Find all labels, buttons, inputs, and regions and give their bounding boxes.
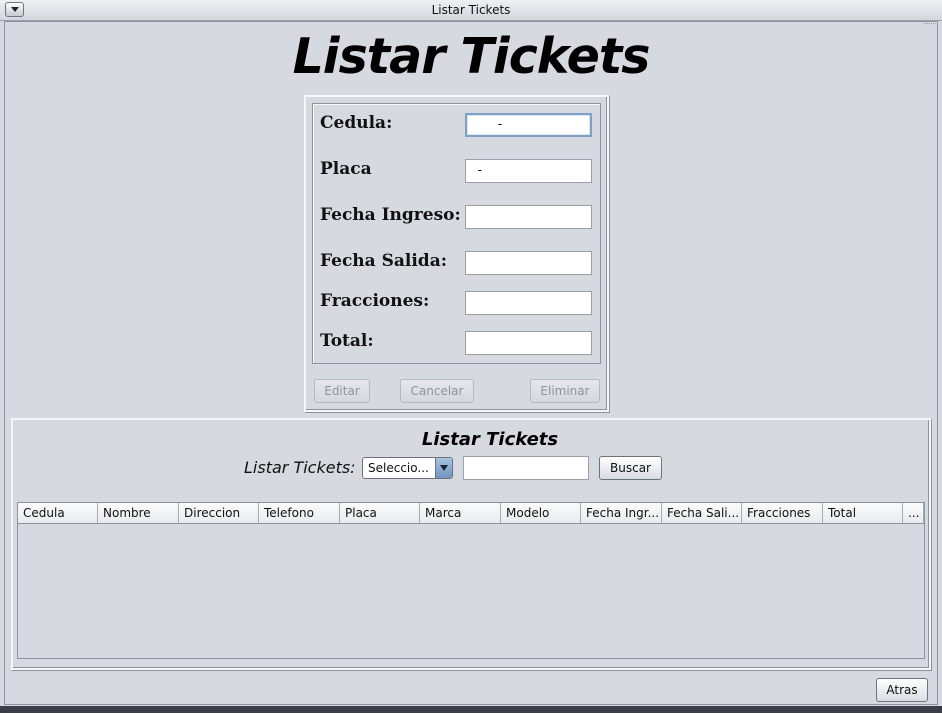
chevron-down-icon[interactable]: [435, 458, 452, 478]
fecha-salida-field[interactable]: [465, 251, 592, 275]
fracciones-field[interactable]: [465, 291, 592, 315]
resize-grip-icon[interactable]: [924, 23, 938, 27]
fracciones-label: Fracciones:: [320, 291, 430, 311]
column-header-direccion[interactable]: Direccion: [179, 503, 259, 523]
window-title: Listar Tickets: [431, 3, 511, 17]
title-bar: Listar Tickets: [0, 0, 942, 21]
filter-select[interactable]: Seleccio...: [362, 457, 453, 479]
total-field[interactable]: [465, 331, 592, 355]
search-button[interactable]: Buscar: [599, 456, 662, 480]
column-header-modelo[interactable]: Modelo: [501, 503, 581, 523]
fecha-ingreso-field[interactable]: [465, 205, 592, 229]
tickets-table[interactable]: [17, 502, 925, 659]
column-header-placa[interactable]: Placa: [340, 503, 420, 523]
fecha-ingreso-label: Fecha Ingreso:: [320, 205, 461, 225]
column-header-nombre[interactable]: Nombre: [98, 503, 179, 523]
list-panel-title: Listar Tickets: [421, 429, 559, 450]
column-header-marca[interactable]: Marca: [420, 503, 501, 523]
cancel-button[interactable]: Cancelar: [400, 379, 474, 403]
filter-select-value: Seleccio...: [368, 461, 429, 475]
column-header-fecha-ingreso[interactable]: Fecha Ingr...: [581, 503, 662, 523]
search-filter-label: Listar Tickets:: [244, 458, 356, 477]
back-button[interactable]: Atras: [876, 678, 928, 702]
cedula-label: Cedula:: [320, 113, 393, 133]
column-header-total[interactable]: Total: [823, 503, 903, 523]
cedula-field[interactable]: -: [465, 113, 592, 137]
fecha-salida-label: Fecha Salida:: [320, 251, 447, 271]
column-header-cedula[interactable]: Cedula: [18, 503, 98, 523]
tickets-table-header: Cedula Nombre Direccion Telefono Placa M…: [18, 503, 924, 524]
page-title: Listar Tickets: [292, 28, 651, 85]
edit-button[interactable]: Editar: [314, 379, 370, 403]
total-label: Total:: [320, 331, 374, 351]
ticket-form-fields-box: [312, 103, 601, 364]
column-header-telefono[interactable]: Telefono: [259, 503, 340, 523]
column-header-more[interactable]: ...: [903, 503, 924, 523]
search-input[interactable]: [463, 456, 589, 480]
placa-field[interactable]: -: [465, 159, 592, 183]
column-header-fracciones[interactable]: Fracciones: [742, 503, 823, 523]
window-bottom-edge: [0, 706, 942, 713]
column-header-fecha-salida[interactable]: Fecha Sali...: [662, 503, 742, 523]
delete-button[interactable]: Eliminar: [530, 379, 600, 403]
placa-label: Placa: [320, 159, 372, 179]
